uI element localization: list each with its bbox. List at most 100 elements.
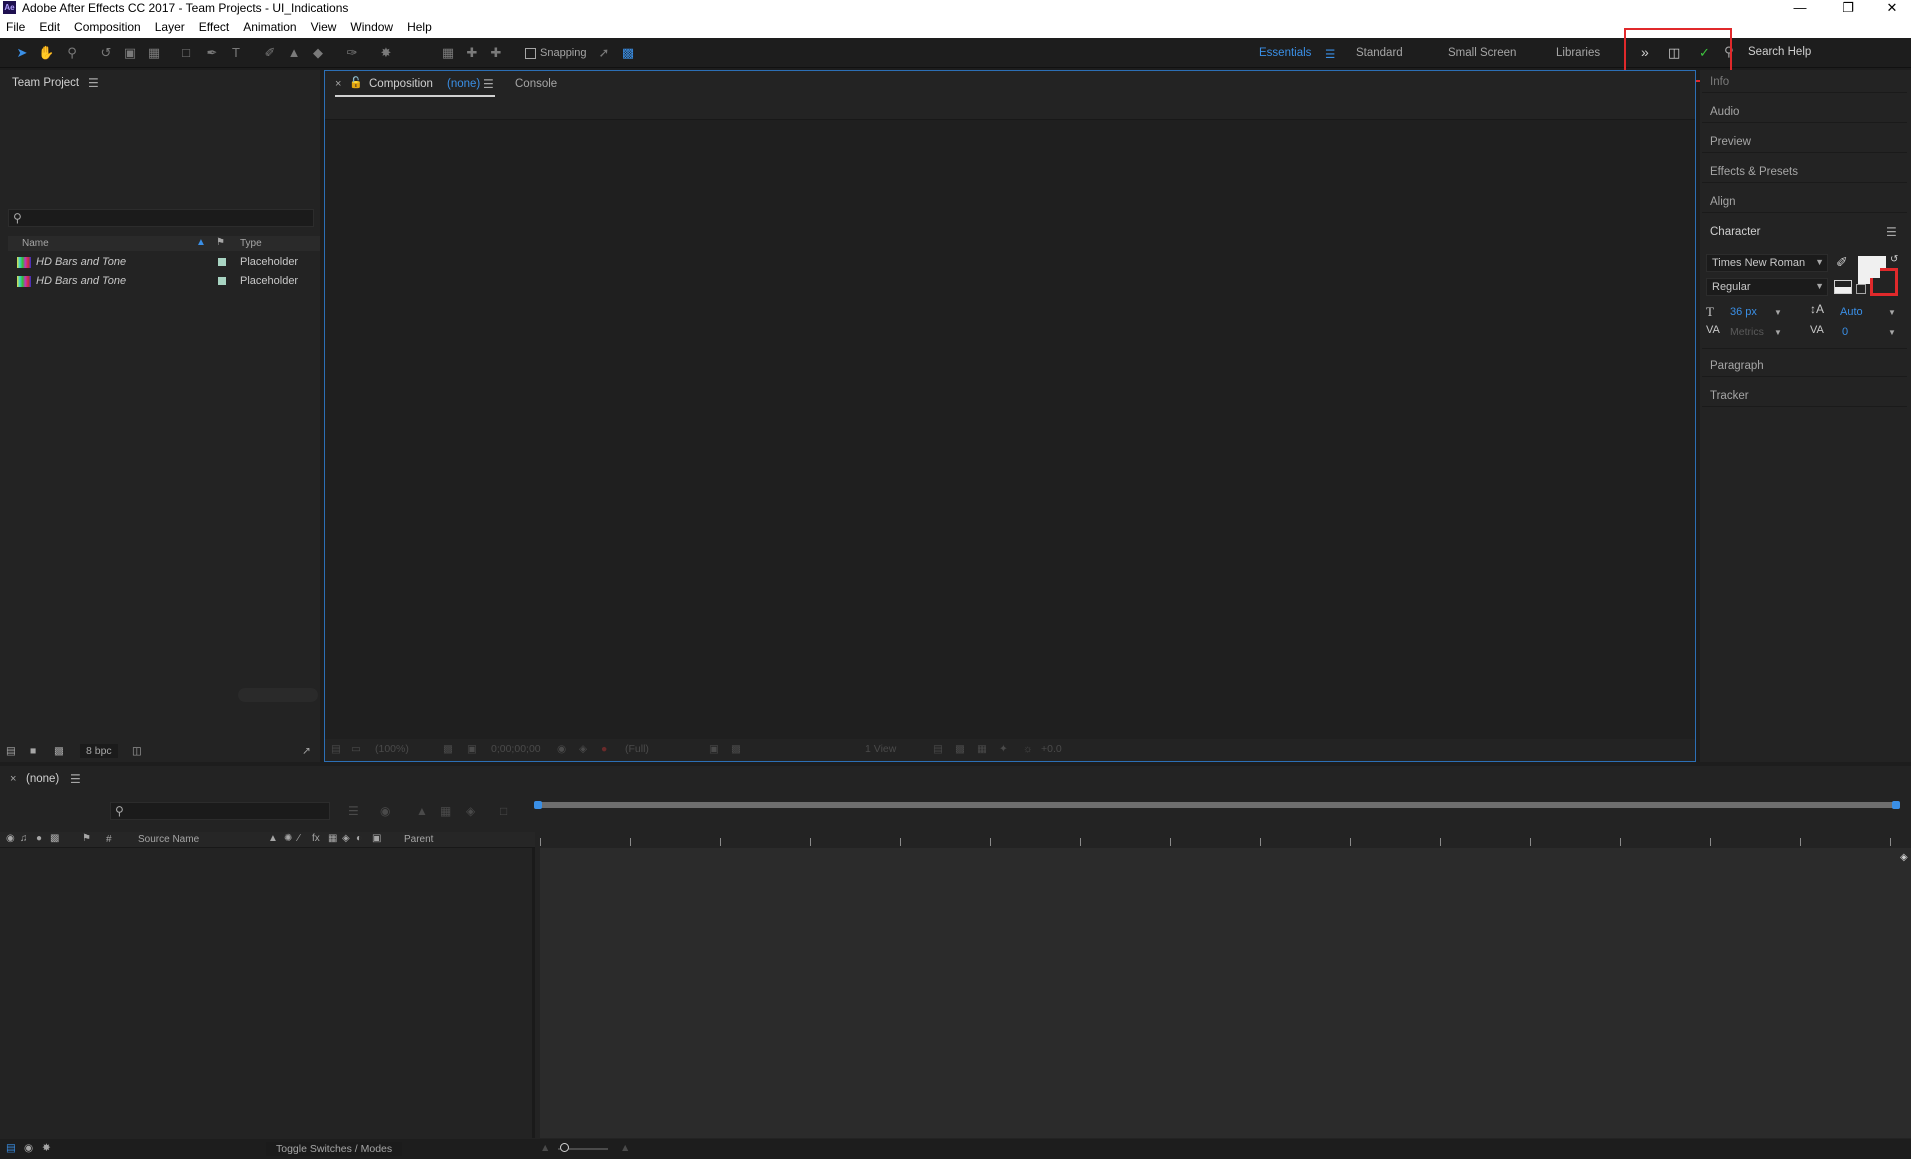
zoom-slider-handle[interactable] (560, 1143, 569, 1152)
shy-layers-icon[interactable]: ▲ (416, 804, 428, 818)
character-menu-icon[interactable]: ☰ (1886, 225, 1897, 239)
snap-edges-icon[interactable]: ▩ (620, 46, 636, 60)
work-area-bar[interactable] (537, 802, 1896, 808)
view-axis-icon[interactable]: ✚ (488, 46, 504, 60)
rotation-tool-icon[interactable]: ↺ (98, 46, 114, 60)
zoom-in-icon[interactable]: ▲ (620, 1142, 630, 1154)
eyedropper-icon[interactable]: ✐ (1836, 254, 1848, 271)
font-size-value[interactable]: 36 px (1730, 306, 1757, 318)
panel-info[interactable]: Info (1710, 76, 1729, 88)
menu-view[interactable]: View (311, 20, 337, 34)
leading-value[interactable]: Auto (1840, 306, 1863, 318)
draft-3d-icon[interactable]: ◉ (380, 804, 390, 818)
zoom-tool-icon[interactable]: ⚲ (64, 46, 80, 60)
motion-blur-icon[interactable]: ◈ (466, 804, 475, 818)
menu-edit[interactable]: Edit (39, 20, 60, 34)
graph-editor-icon[interactable]: □ (500, 804, 507, 818)
video-visibility-icon[interactable]: ◉ (6, 833, 15, 844)
flowchart-icon[interactable]: ✦ (999, 743, 1008, 755)
quality-switch-icon[interactable]: ∕ (298, 833, 300, 844)
panel-preview[interactable]: Preview (1710, 136, 1751, 148)
work-area-start-handle[interactable] (534, 801, 542, 809)
pan-behind-tool-icon[interactable]: ▦ (146, 46, 162, 60)
time-ruler[interactable] (540, 832, 1911, 848)
search-help-input[interactable]: Search Help (1724, 44, 1911, 62)
menu-help[interactable]: Help (407, 20, 432, 34)
restore-icon[interactable]: ❐ (1828, 0, 1868, 16)
tracking-value[interactable]: 0 (1842, 326, 1848, 338)
minimize-icon[interactable]: — (1780, 0, 1820, 15)
workspace-menu-icon[interactable]: ☰ (1325, 47, 1335, 61)
show-snapshot-icon[interactable]: ◈ (579, 743, 587, 755)
composition-menu-icon[interactable]: ☰ (483, 77, 494, 91)
kerning-value[interactable]: Metrics (1730, 326, 1764, 338)
audio-icon[interactable]: ♫ (20, 833, 28, 844)
column-parent[interactable]: Parent (404, 834, 433, 845)
comp-mini-flowchart-icon[interactable]: ☰ (348, 804, 359, 818)
clone-stamp-tool-icon[interactable]: ▲ (286, 46, 302, 60)
layer-outline-area[interactable] (0, 848, 535, 1138)
timeline-icon[interactable]: ▦ (977, 743, 987, 755)
timeline-graph-area[interactable] (540, 848, 1911, 1138)
panel-tracker[interactable]: Tracker (1710, 390, 1749, 402)
mask-visibility-icon[interactable]: ▣ (467, 743, 477, 755)
timeline-tab-label[interactable]: (none) (26, 773, 59, 785)
sort-ascending-icon[interactable]: ▲ (196, 237, 206, 248)
project-item-row[interactable]: HD Bars and Tone Placeholder (8, 253, 320, 272)
workspace-libraries[interactable]: Libraries (1556, 47, 1600, 59)
panel-paragraph[interactable]: Paragraph (1710, 360, 1764, 372)
project-item-row[interactable]: HD Bars and Tone Placeholder (8, 272, 320, 291)
label-color-swatch[interactable] (218, 277, 226, 285)
collapse-switch-icon[interactable]: ✺ (284, 833, 292, 844)
panel-character[interactable]: Character (1710, 226, 1761, 238)
expand-panel-icon[interactable]: ↗ (302, 745, 311, 757)
label-tag-icon[interactable]: ⚑ (82, 833, 91, 844)
menu-animation[interactable]: Animation (243, 20, 296, 34)
local-axis-icon[interactable]: ▦ (440, 46, 456, 60)
motion-blur-switch-icon[interactable]: ◈ (342, 833, 350, 844)
selection-tool-icon[interactable]: ➤ (14, 46, 30, 60)
toggle-pixel-aspect-icon[interactable]: ▤ (933, 743, 943, 755)
project-panel-title[interactable]: Team Project (12, 77, 79, 89)
label-tag-icon[interactable]: ⚑ (216, 237, 225, 248)
snapshot-icon[interactable]: ◉ (557, 743, 566, 755)
fast-previews-icon[interactable]: ▩ (955, 743, 965, 755)
project-search-input[interactable]: ⚲ (8, 209, 314, 227)
work-area-end-handle[interactable] (1892, 801, 1900, 809)
column-type[interactable]: Type (240, 238, 262, 249)
3d-layer-switch-icon[interactable]: ▣ (372, 833, 381, 844)
timeline-search-input[interactable]: ⚲ (110, 802, 330, 820)
shy-switch-icon[interactable]: ▲ (268, 833, 278, 844)
menu-composition[interactable]: Composition (74, 20, 141, 34)
toggle-switches-modes-button[interactable]: Toggle Switches / Modes (266, 1142, 403, 1156)
leading-chevron-icon[interactable]: ▼ (1888, 308, 1896, 317)
comp-marker-bin-icon[interactable]: ◈ (1900, 852, 1908, 863)
world-axis-icon[interactable]: ✚ (464, 46, 480, 60)
transparency-grid-icon[interactable]: ▩ (731, 743, 741, 755)
menu-file[interactable]: File (6, 20, 25, 34)
close-timeline-tab-icon[interactable]: × (10, 773, 16, 785)
composition-viewer[interactable] (325, 120, 1695, 740)
panel-audio[interactable]: Audio (1710, 106, 1739, 118)
brush-tool-icon[interactable]: ✐ (262, 46, 278, 60)
black-white-swatch[interactable] (1834, 280, 1852, 294)
current-time-display[interactable]: 0;00;00;00 (491, 743, 541, 755)
transfer-controls-icon[interactable]: ◉ (24, 1142, 33, 1154)
timeline-menu-icon[interactable]: ☰ (70, 772, 81, 786)
region-of-interest-icon[interactable]: ▣ (709, 743, 719, 755)
snapping-checkbox[interactable] (525, 47, 536, 59)
layer-switches-icon[interactable]: ▤ (6, 1142, 16, 1154)
kerning-chevron-icon[interactable]: ▼ (1774, 328, 1782, 337)
project-panel-menu-icon[interactable]: ☰ (88, 76, 99, 90)
resolution-dropdown[interactable]: (Full) (625, 743, 649, 755)
display-icon[interactable]: ▭ (351, 743, 361, 755)
frame-blend-switch-icon[interactable]: ▦ (328, 833, 337, 844)
bit-depth-button[interactable]: 8 bpc (80, 744, 118, 758)
composition-tab[interactable]: Composition (none) (335, 73, 495, 97)
lock-icon[interactable]: ▩ (50, 833, 59, 844)
workspace-standard[interactable]: Standard (1356, 47, 1403, 59)
interpret-footage-icon[interactable]: ▤ (6, 745, 16, 757)
close-window-icon[interactable]: ✕ (1872, 0, 1911, 16)
always-preview-icon[interactable]: ▤ (331, 743, 341, 755)
font-style-dropdown[interactable]: Regular ▼ (1706, 278, 1828, 296)
